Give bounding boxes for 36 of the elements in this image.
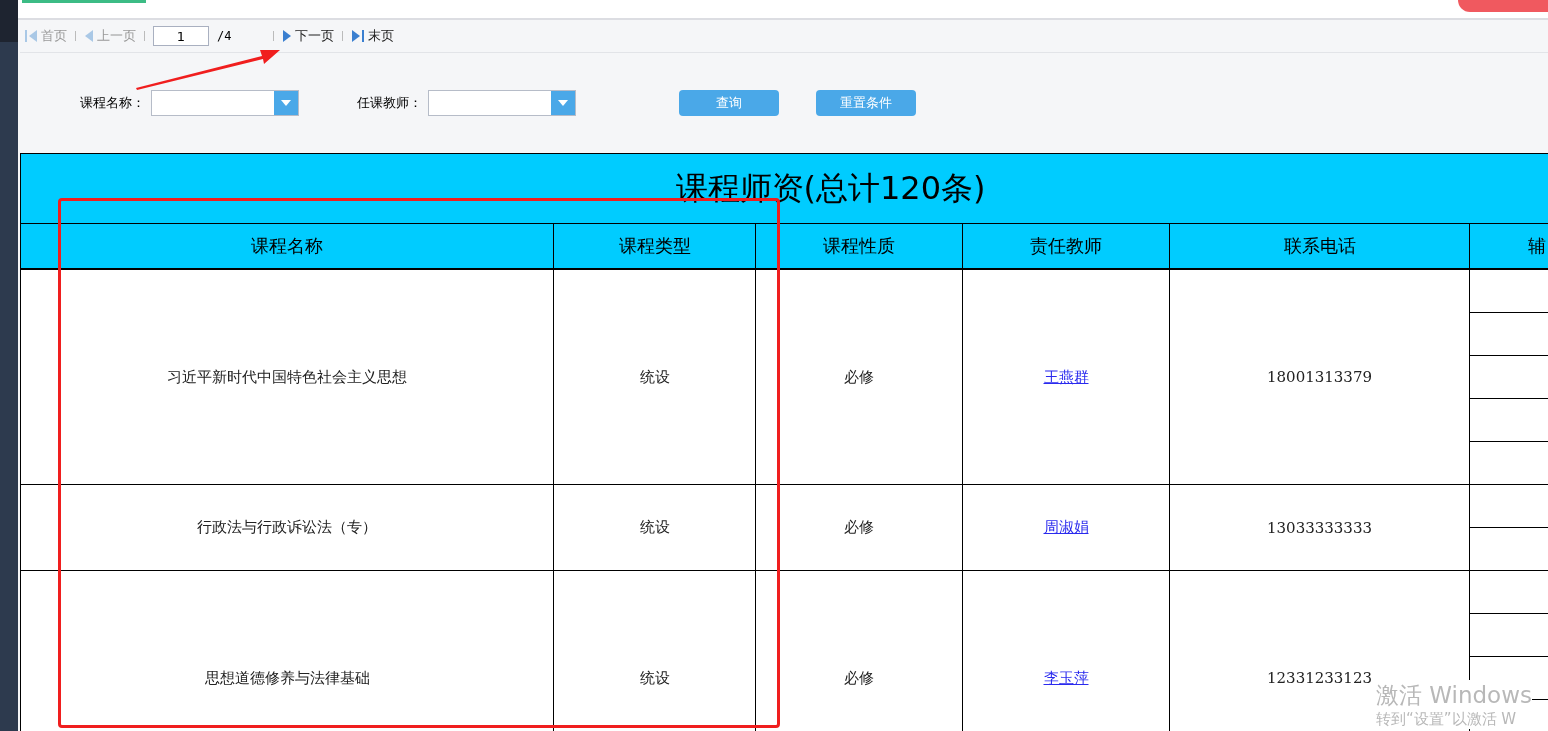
- previous-icon: [84, 29, 94, 43]
- page-total: /4: [217, 29, 233, 43]
- activation-subtitle: 转到“设置”以激活 W: [1376, 710, 1518, 729]
- course-nature-cell: 必修: [755, 269, 963, 485]
- next-page-button[interactable]: 下一页: [282, 27, 334, 45]
- dropdown-field[interactable]: [428, 90, 576, 116]
- column-header: 责任教师: [962, 223, 1170, 269]
- column-header: 辅: [1469, 223, 1548, 269]
- column-header: 课程名称: [20, 223, 554, 269]
- last-page-button[interactable]: 末页: [351, 27, 394, 45]
- sidebar-header: [0, 0, 18, 42]
- phone-cell: 13033333333: [1169, 484, 1470, 571]
- first-page-icon: [24, 29, 38, 43]
- teacher-link[interactable]: 王燕群: [1043, 367, 1089, 386]
- dropdown-arrow-icon: [558, 100, 568, 106]
- teacher-link[interactable]: 李玉萍: [1043, 668, 1089, 687]
- column-header: 联系电话: [1169, 223, 1470, 269]
- column-header: 课程性质: [755, 223, 963, 269]
- dropdown-field[interactable]: [151, 90, 299, 116]
- course-name-cell: 习近平新时代中国特色社会主义思想: [20, 269, 554, 485]
- filter-label: 任课教师：: [357, 94, 422, 112]
- teacher-link[interactable]: 周淑娟: [1043, 518, 1089, 536]
- course-nature-cell: 必修: [755, 484, 963, 571]
- course-name-cell: 思想道德修养与法律基础: [20, 570, 554, 731]
- course-type-cell: 统设: [553, 269, 756, 485]
- page-number-field[interactable]: 1: [153, 26, 209, 46]
- filter-label: 课程名称：: [80, 94, 145, 112]
- course-name-cell: 行政法与行政诉讼法（专）: [20, 484, 554, 571]
- dropdown-arrow-icon: [281, 100, 291, 106]
- phone-cell: 18001313379: [1169, 269, 1470, 485]
- last-page-icon: [351, 29, 365, 43]
- corner-tab[interactable]: [1458, 0, 1548, 12]
- next-icon: [282, 29, 292, 43]
- activation-title: 激活 Windows: [1376, 681, 1532, 710]
- course-type-cell: 统设: [553, 484, 756, 571]
- column-header: 课程类型: [553, 223, 756, 269]
